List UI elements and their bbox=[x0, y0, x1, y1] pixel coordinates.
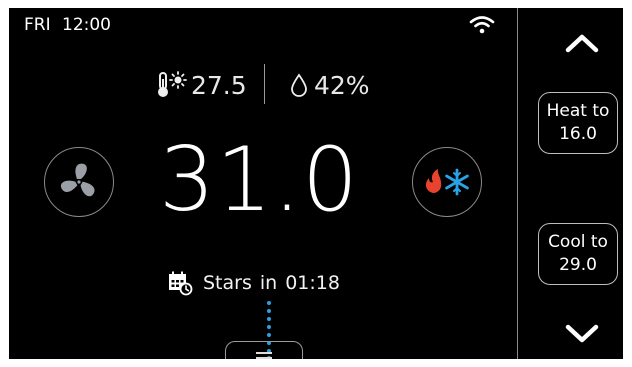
heat-cool-icon bbox=[425, 168, 469, 195]
schedule-in-label: in bbox=[259, 272, 278, 294]
menu-icon bbox=[256, 352, 272, 359]
chevron-down-icon[interactable] bbox=[564, 323, 600, 345]
cool-setpoint-button[interactable]: Cool to 29.0 bbox=[538, 223, 618, 285]
humidity-value: 42% bbox=[314, 70, 370, 100]
heat-setpoint-button[interactable]: Heat to 16.0 bbox=[538, 92, 618, 154]
setpoint-decimal: .0 bbox=[273, 128, 359, 231]
day-label: FRI bbox=[24, 15, 51, 35]
mode-button[interactable] bbox=[412, 147, 482, 217]
thermostat-screen: FRI 12:00 27.5 42% 31.0 Stars in 01:18 H… bbox=[9, 8, 623, 359]
outdoor-temp-value: 27.5 bbox=[191, 70, 247, 100]
droplet-icon bbox=[291, 73, 307, 97]
schedule-time: 01:18 bbox=[285, 272, 340, 294]
calendar-clock-icon bbox=[169, 271, 193, 296]
schedule-label: Stars bbox=[203, 272, 252, 294]
thermometer-sun-icon bbox=[158, 71, 187, 97]
heat-label: Heat to bbox=[546, 101, 610, 121]
fan-button[interactable] bbox=[44, 147, 114, 217]
schedule-status: Stars in 01:18 bbox=[167, 270, 340, 296]
wifi-icon bbox=[469, 16, 495, 34]
side-panel-divider bbox=[517, 8, 518, 359]
heat-value: 16.0 bbox=[559, 124, 597, 144]
indoor-humidity: 42% bbox=[288, 68, 370, 102]
fan-icon bbox=[60, 163, 94, 196]
setpoint-whole: 31 bbox=[159, 128, 273, 231]
cool-value: 29.0 bbox=[559, 255, 597, 275]
clock-time: 12:00 bbox=[62, 15, 111, 35]
chevron-up-icon[interactable] bbox=[564, 32, 600, 54]
env-separator bbox=[264, 64, 265, 104]
outdoor-temperature: 27.5 bbox=[157, 68, 247, 102]
cool-label: Cool to bbox=[548, 232, 608, 252]
setpoint-temperature: 31.0 bbox=[159, 130, 359, 230]
